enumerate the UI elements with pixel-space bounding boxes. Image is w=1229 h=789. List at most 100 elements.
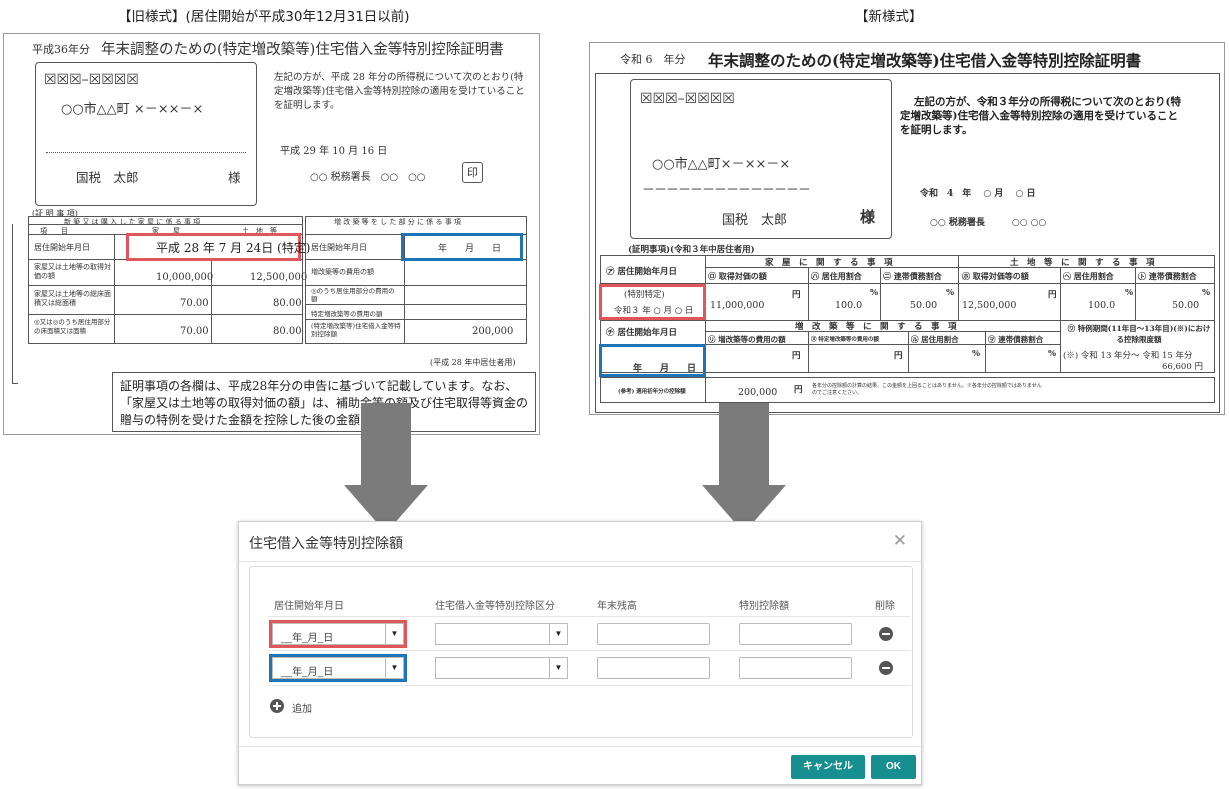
row1-red-highlight xyxy=(269,620,407,648)
col-start-date: 居住開始年月日 xyxy=(274,601,344,612)
dialog-title: 住宅借入金等特別控除額 xyxy=(249,535,403,551)
row2-balance-input[interactable] xyxy=(597,657,710,679)
old-r-row1-value: 年 月 日 xyxy=(438,244,502,254)
ok-button[interactable]: OK xyxy=(871,755,916,779)
new-l-col-1: ㋬ 居住用割合 xyxy=(1063,271,1114,281)
new-a-label: ㋐ 居住開始年月日 xyxy=(606,267,677,277)
new-l-col-2: ㋣ 連帯債務割合 xyxy=(1138,271,1197,281)
new-r-col-0: ㋷ 増改築等の費用の額 xyxy=(708,335,786,344)
old-issue-date: 平成 29 年 10 月 16 日 xyxy=(280,146,388,157)
old-row2-land: 12,500,000 xyxy=(250,272,308,283)
old-certificate-form: 平成36年分 年末調整のための(特定増改築等)住宅借入金等特別控除証明書 ☒☒☒… xyxy=(3,33,540,435)
new-pct-r2: % xyxy=(1048,349,1057,359)
new-pct-r1: % xyxy=(972,349,981,359)
col-deduction: 特別控除額 xyxy=(739,601,789,612)
new-land-head: 土 地 等 に 関 す る 事 項 xyxy=(1010,258,1155,268)
housing-loan-deduction-dialog: 住宅借入金等特別控除額 ✕ 居住開始年月日 住宅借入金等特別控除区分 年末残高 … xyxy=(238,521,922,785)
old-official-name: ○○ 税務署長 ○○ ○○ xyxy=(310,172,426,183)
new-special-amount: 66,600 円 xyxy=(1162,362,1203,372)
new-ref-yen: 円 xyxy=(794,385,803,395)
new-official-name: ○○ 税務署長 ○○ ○○ xyxy=(930,218,1047,228)
old-row3-land: 80.00 xyxy=(273,298,302,309)
new-pct-l1: % xyxy=(1125,288,1134,298)
cancel-button[interactable]: キャンセル xyxy=(791,755,865,779)
new-h-val-0: 11,000,000 xyxy=(710,300,765,311)
new-recipient-name: 国税 太郎 xyxy=(722,213,788,228)
old-address: ○○市△△町 ×－××－× xyxy=(61,102,204,117)
dialog-header: 住宅借入金等特別控除額 ✕ xyxy=(239,522,921,562)
old-row2-house: 10,000,000 xyxy=(156,272,214,283)
new-certificate-form: 令和 6 年分 年末調整のための(特定増改築等)住宅借入金等特別控除証明書 ☒☒… xyxy=(589,42,1225,415)
new-r-col-3: ㋾ 連帯債務割合 xyxy=(988,335,1044,344)
plus-circle-icon xyxy=(270,699,284,713)
old-reno-table-head: 増 改 築 等 を し た 部 分 に 係 る 事 項 xyxy=(334,218,461,226)
new-ref-note: 各年分の控除額の計算の結果、この金額を上回ることはありません。※各年分の控除額で… xyxy=(812,383,1042,396)
chevron-down-icon: ▼ xyxy=(549,658,567,678)
old-r-row4-label: 特定増改築等の費用の額 xyxy=(311,310,383,318)
old-row4-label: ◎又は◎のうち居住用部分の床面積又は面積 xyxy=(34,318,111,335)
new-yen-r1: 円 xyxy=(792,351,801,361)
new-yen-l: 円 xyxy=(1048,290,1057,300)
chevron-down-icon: ▼ xyxy=(549,624,567,644)
row1-delete-icon[interactable] xyxy=(879,627,893,641)
new-h-col-0: ㋺ 取得対価の額 xyxy=(708,271,767,281)
old-r-row2-label: 増改築等の費用の額 xyxy=(311,268,374,276)
new-sama: 様 xyxy=(860,208,876,226)
col-category: 住宅借入金等特別控除区分 xyxy=(435,601,555,612)
new-pct-l2: % xyxy=(1202,288,1211,298)
new-format-caption: 【新様式】 xyxy=(855,9,923,25)
new-ref-label: (参考) 適用初年分の控除額 xyxy=(618,389,686,395)
new-yen-r2: 円 xyxy=(894,351,903,361)
old-r-row5-label: (特定増改築等)住宅借入金等特別控除額 xyxy=(311,322,401,338)
new-reno-head: 増 改 築 等 に 関 す る 事 項 xyxy=(795,322,957,332)
old-row4-land: 80.00 xyxy=(273,326,302,337)
new-address: ○○市△△町×－××－× xyxy=(652,157,791,172)
new-h-col-2: ㊁ 連帯債務割合 xyxy=(883,271,942,281)
old-form-title: 年末調整のための(特定増改築等)住宅借入金等特別控除証明書 xyxy=(101,42,504,58)
old-row4-house: 70.00 xyxy=(180,326,209,337)
old-bracket-line xyxy=(12,224,18,384)
close-icon[interactable]: ✕ xyxy=(893,531,907,551)
new-postal-code: ☒☒☒–☒☒☒☒ xyxy=(640,91,735,107)
old-notice-text: 左記の方が、平成 28 年分の所得税について次のとおり(特定増改築等)住宅借入金… xyxy=(274,72,525,111)
new-pct-h2: % xyxy=(946,288,955,298)
new-b-value: 年 月 日 xyxy=(633,364,697,374)
col-balance: 年末残高 xyxy=(597,601,637,612)
new-pct-h1: % xyxy=(870,288,879,298)
old-row3-label: 家屋又は土地等の総床面積又は総面積 xyxy=(34,290,111,307)
new-house-head: 家 屋 に 関 す る 事 項 xyxy=(765,258,893,268)
old-row1-label: 居住開始年月日 xyxy=(34,243,90,252)
row1-balance-input[interactable] xyxy=(597,623,710,645)
old-r-row3-label: ◎のうち居住用部分の費用の額 xyxy=(311,287,395,303)
old-recipient-name: 国税 太郎 xyxy=(76,170,139,185)
new-form-title: 年末調整のための(特定増改築等)住宅借入金等特別控除証明書 xyxy=(708,51,1142,70)
row2-deduction-input[interactable] xyxy=(739,657,852,679)
new-h-col-1: ㋩ 居住用割合 xyxy=(811,271,862,281)
add-label: 追加 xyxy=(292,704,312,715)
new-yen-h: 円 xyxy=(792,290,801,300)
new-h-val-1: 100.0 xyxy=(835,300,863,311)
row1-category-select[interactable]: ▼ xyxy=(435,623,568,645)
deduction-panel: 居住開始年月日 住宅借入金等特別控除区分 年末残高 特別控除額 削除 __年_月… xyxy=(249,566,913,738)
right-down-arrow-shaft xyxy=(719,403,769,486)
old-row3-house: 70.00 xyxy=(180,298,209,309)
row2-delete-icon[interactable] xyxy=(879,661,893,675)
old-row2-label: 家屋又は土地等の取得対価の額 xyxy=(34,263,111,280)
old-r-row1-label: 居住開始年月日 xyxy=(311,243,367,252)
new-b-label: ㋠ 居住開始年月日 xyxy=(606,328,677,338)
new-ref-value: 200,000 xyxy=(738,387,778,398)
old-year-prefix: 平成36年分 xyxy=(32,43,90,56)
row1-deduction-input[interactable] xyxy=(739,623,852,645)
new-address-dash: －－－－－－－－－－－－－－ xyxy=(642,183,811,198)
new-l-val-2: 50.00 xyxy=(1172,300,1200,311)
old-r-row5-value: 200,000 xyxy=(472,326,514,337)
new-special-head: ㋻ 特例期間(11年目～13年目)(※)における控除限度額 xyxy=(1067,324,1211,344)
left-down-arrow-shaft xyxy=(361,403,411,486)
new-a-value: 令和３ 年 ○ 月 ○ 日 xyxy=(614,306,694,316)
old-format-caption: 【旧様式】(居住開始が平成30年12月31日以前) xyxy=(118,9,410,25)
row2-category-select[interactable]: ▼ xyxy=(435,657,568,679)
new-l-val-0: 12,500,000 xyxy=(962,300,1017,311)
old-row1-value: 平成 28 年 7 月 24日 (特定) xyxy=(156,241,311,255)
add-row-button[interactable]: 追加 xyxy=(270,697,330,717)
new-section-label: (証明事項)(令和３年中居住者用) xyxy=(628,245,755,255)
